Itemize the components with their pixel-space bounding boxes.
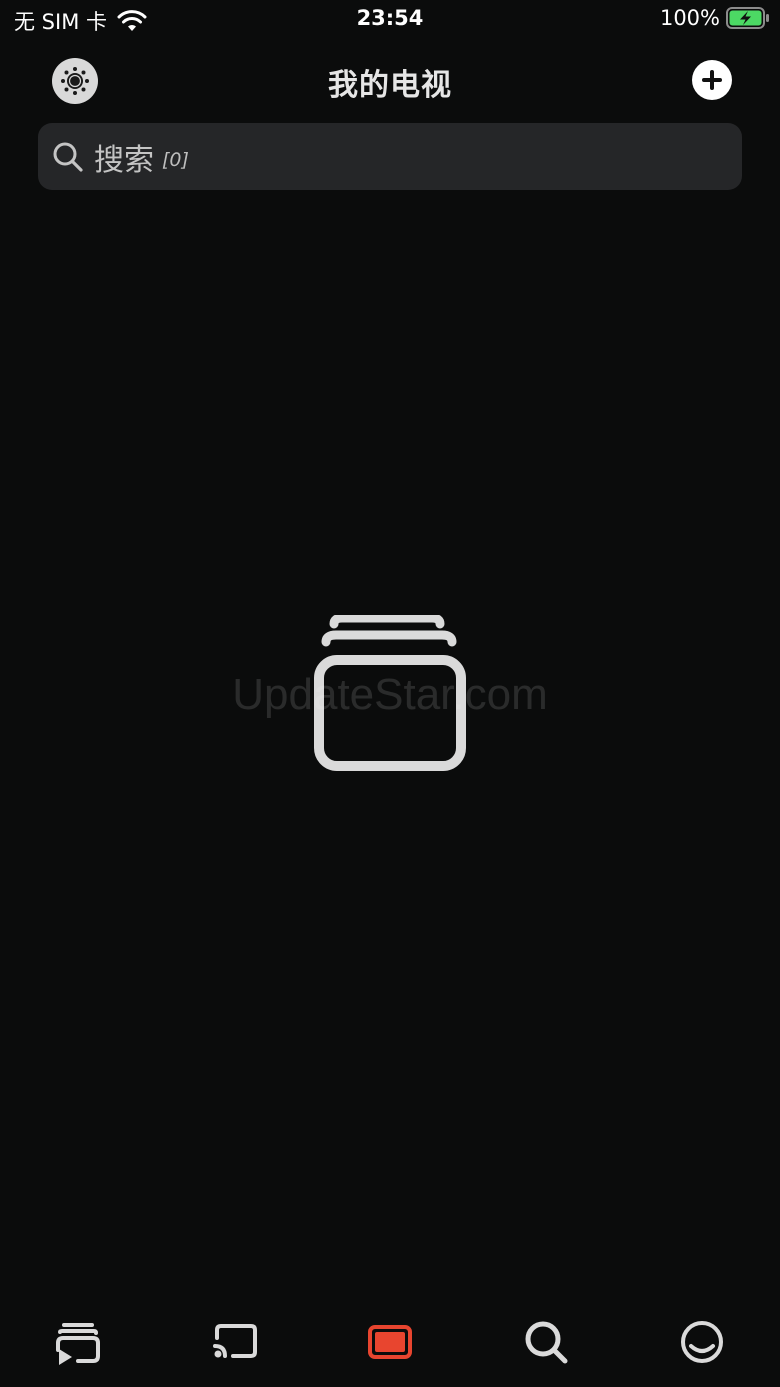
status-bar: 无 SIM 卡 23:54 100%	[0, 0, 780, 40]
cast-play-icon	[56, 1323, 100, 1365]
tab-tv[interactable]	[360, 1312, 420, 1372]
add-button[interactable]	[692, 60, 732, 100]
search-icon	[53, 142, 83, 172]
tab-bar	[0, 1300, 780, 1387]
status-right: 100%	[660, 6, 770, 30]
search-placeholder: 搜索	[94, 142, 154, 178]
stacked-screens-icon	[314, 615, 466, 771]
plus-icon	[702, 70, 722, 90]
tab-screen-mirror[interactable]	[205, 1312, 265, 1372]
page-title: 我的电视	[328, 68, 452, 103]
profile-icon	[681, 1321, 723, 1363]
search-icon	[525, 1321, 568, 1364]
tab-search[interactable]	[516, 1312, 576, 1372]
screen-mirror-icon	[213, 1324, 257, 1358]
battery-charging-icon	[726, 7, 769, 29]
tab-cast[interactable]	[48, 1312, 108, 1372]
battery-percent: 100%	[659, 6, 720, 30]
tv-screen-icon	[368, 1325, 412, 1359]
tab-profile[interactable]	[672, 1312, 732, 1372]
header: 我的电视	[0, 54, 780, 106]
search-bar[interactable]: 搜索 [0]	[38, 123, 742, 190]
search-count: [0]	[162, 148, 189, 171]
